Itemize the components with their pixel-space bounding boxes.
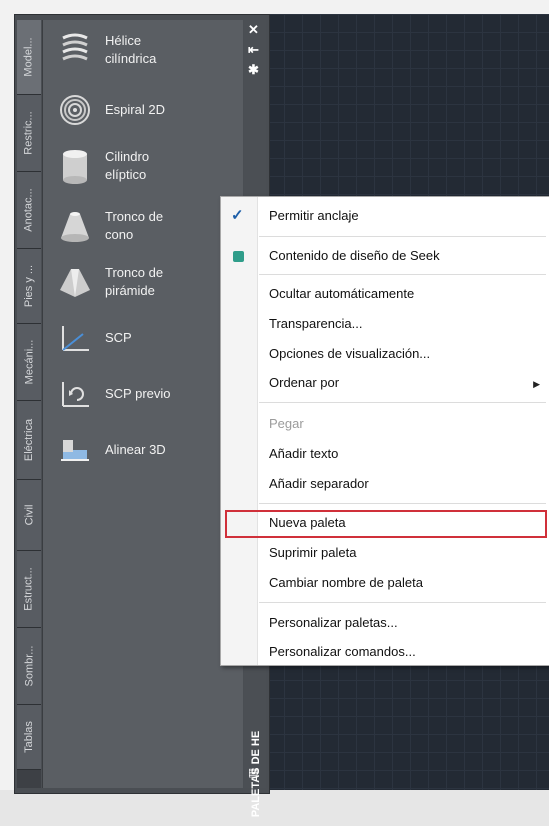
- tab-tablas[interactable]: Tablas: [17, 705, 41, 770]
- tab-civil[interactable]: Civil: [17, 480, 41, 551]
- ucs-icon: [62, 326, 89, 351]
- menu-item-ocultar[interactable]: Ocultar automáticamente: [269, 286, 414, 301]
- menu-item-permitir-anclaje[interactable]: Permitir anclaje: [269, 208, 359, 223]
- tool-tronco-cono[interactable]: Tronco de cono: [43, 204, 243, 248]
- bottom-strip: [0, 790, 549, 826]
- check-icon: ✓: [231, 207, 244, 224]
- tab-modelado[interactable]: Model...: [17, 20, 41, 95]
- tool-label: SCP: [105, 330, 132, 345]
- tab-label: Tablas: [23, 721, 36, 753]
- tab-label: Model...: [23, 37, 36, 77]
- properties-icon[interactable]: ✱: [248, 62, 259, 78]
- menu-item-cambiar-nombre[interactable]: Cambiar nombre de paleta: [269, 575, 423, 590]
- tab-mecanica[interactable]: Mecáni...: [17, 324, 41, 401]
- menu-item-opciones-visualizacion[interactable]: Opciones de visualización...: [269, 346, 430, 361]
- tool-tronco-piramide[interactable]: Tronco de pirámide: [43, 260, 243, 304]
- menu-separator: [259, 402, 546, 403]
- tool-label: Tronco de cono: [105, 209, 164, 242]
- tab-label: Estruct...: [23, 567, 35, 611]
- palette-title: PALETAS DE HE: [246, 660, 266, 817]
- tool-helice[interactable]: Hélice cilíndrica: [43, 28, 243, 68]
- menu-item-personalizar-comandos[interactable]: Personalizar comandos...: [269, 644, 416, 659]
- palette-tabs: Model... Restric... Anotac... Pies y ...…: [17, 20, 41, 788]
- tab-anotacion[interactable]: Anotac...: [17, 172, 41, 249]
- tool-cilindro-eliptico[interactable]: Cilindro elíptico: [43, 144, 243, 188]
- tool-label: Alinear 3D: [105, 442, 166, 457]
- tab-label: Restric...: [23, 111, 35, 155]
- tab-label: Mecáni...: [23, 339, 36, 385]
- menu-item-seek[interactable]: Contenido de diseño de Seek: [269, 248, 440, 263]
- tool-label: Hélice cilíndrica: [105, 33, 157, 66]
- tool-label: SCP previo: [105, 386, 171, 401]
- menu-item-suprimir-paleta[interactable]: Suprimir paleta: [269, 545, 356, 560]
- tool-label: Cilindro elíptico: [105, 149, 150, 182]
- spiral-2d-icon: [60, 95, 90, 125]
- tab-label: Eléctrica: [23, 418, 35, 462]
- tool-alinear-3d[interactable]: Alinear 3D: [43, 430, 243, 470]
- tool-label: Tronco de pirámide: [105, 265, 164, 298]
- autohide-icon[interactable]: ⇤: [248, 42, 259, 58]
- menu-separator: [259, 236, 546, 237]
- tab-pies-y-pulgadas[interactable]: Pies y ...: [17, 249, 41, 324]
- helix-icon: [62, 33, 88, 61]
- pyramid-frustum-icon: [60, 269, 90, 297]
- menu-separator: [259, 274, 546, 275]
- menu-item-anadir-texto[interactable]: Añadir texto: [269, 446, 338, 461]
- tab-estructural[interactable]: Estruct...: [17, 551, 41, 628]
- tab-label: Civil: [23, 504, 35, 526]
- tab-label: Pies y ...: [23, 264, 35, 308]
- palette-content: Hélice cilíndrica Espiral 2D Cilindro el…: [42, 20, 243, 788]
- menu-item-ordenar-por[interactable]: Ordenar por: [269, 375, 339, 390]
- ucs-previous-icon: [62, 382, 89, 407]
- menu-item-transparencia[interactable]: Transparencia...: [269, 316, 362, 331]
- close-icon[interactable]: ✕: [248, 22, 259, 38]
- palette-title-text: PALETAS DE HE: [250, 730, 263, 818]
- menu-item-anadir-separador[interactable]: Añadir separador: [269, 476, 369, 491]
- menu-gutter: [221, 197, 258, 665]
- tool-scp-previo[interactable]: SCP previo: [43, 374, 243, 414]
- tool-espiral[interactable]: Espiral 2D: [43, 90, 243, 130]
- tab-sombreado[interactable]: Sombr...: [17, 628, 41, 705]
- tool-scp[interactable]: SCP: [43, 318, 243, 358]
- tab-label: Sombr...: [23, 645, 35, 687]
- menu-separator: [259, 602, 546, 603]
- menu-item-pegar: Pegar: [269, 416, 304, 431]
- tab-label: Anotac...: [23, 188, 36, 232]
- align-3d-icon: [61, 440, 89, 461]
- context-menu: ✓ Permitir anclaje Contenido de diseño d…: [220, 196, 549, 666]
- tab-electrica[interactable]: Eléctrica: [17, 401, 41, 480]
- seek-icon: [233, 251, 244, 262]
- tool-label: Espiral 2D: [105, 102, 165, 117]
- cone-frustum-icon: [61, 212, 89, 242]
- menu-item-nueva-paleta[interactable]: Nueva paleta: [269, 515, 346, 530]
- elliptical-cylinder-icon: [63, 150, 87, 184]
- menu-separator: [259, 503, 546, 504]
- submenu-arrow-icon: ▶: [533, 379, 540, 389]
- menu-item-personalizar-paletas[interactable]: Personalizar paletas...: [269, 615, 398, 630]
- tab-restricciones[interactable]: Restric...: [17, 95, 41, 172]
